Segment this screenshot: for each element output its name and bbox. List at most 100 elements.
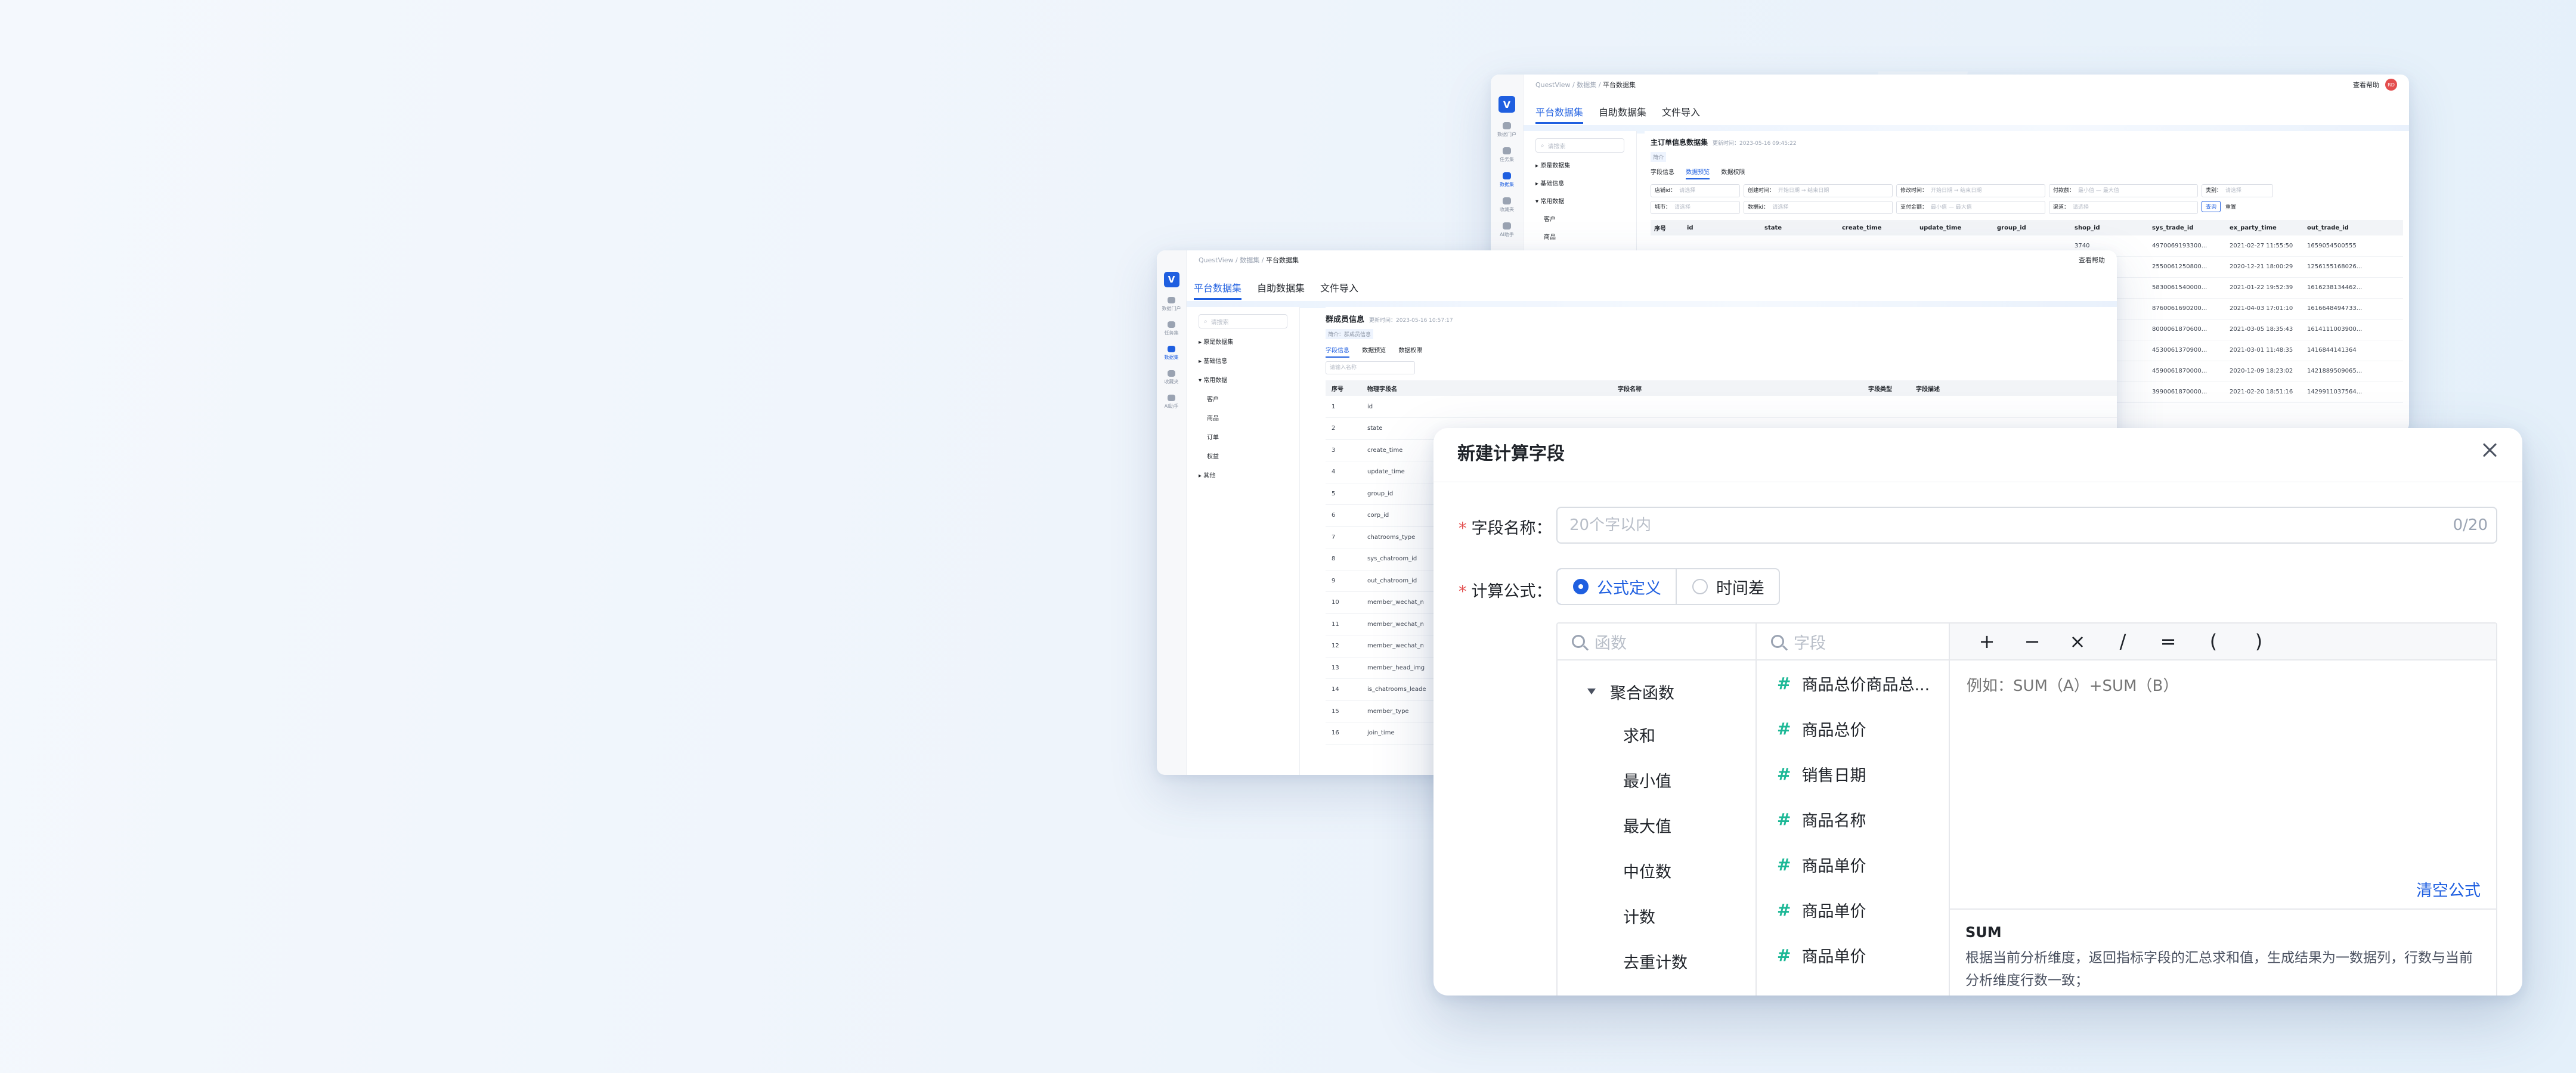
operator-multiply[interactable]: × (2055, 630, 2100, 653)
field-search-input[interactable]: 请输入名称 (1326, 361, 1415, 374)
tab-platform-datasets[interactable]: 平台数据集 (1194, 280, 1242, 300)
col-header[interactable]: out_trade_id (2303, 220, 2403, 235)
col-header[interactable]: id (1683, 220, 1761, 235)
filter-field[interactable]: 渠道： 请选择 (2049, 201, 2198, 214)
tree-node[interactable]: ▸ 原是数据集 (1535, 157, 1624, 175)
function-item[interactable]: 计数 (1558, 895, 1755, 941)
tree-node[interactable]: ▸ 基础信息 (1535, 175, 1624, 193)
radio-time-difference[interactable]: 时间差 (1676, 569, 1779, 604)
tab-self-datasets[interactable]: 自助数据集 (1599, 104, 1646, 124)
operator-left-paren[interactable]: ( (2191, 630, 2236, 653)
filter-field[interactable]: 类别： 请选择 (2202, 184, 2273, 197)
filter-field[interactable]: 店铺id： 请选择 (1651, 184, 1740, 197)
tab-file-import[interactable]: 文件导入 (1662, 104, 1700, 124)
radio-formula-definition[interactable]: 公式定义 (1558, 569, 1677, 604)
tab-data-permission[interactable]: 数据权限 (1721, 169, 1745, 176)
col-header[interactable]: 物理字段名 (1361, 380, 1612, 396)
field-search-input[interactable]: 字段 (1757, 624, 1949, 660)
col-header[interactable]: group_id (1993, 220, 2071, 235)
col-header[interactable]: state (1761, 220, 1838, 235)
field-item[interactable]: # 销售日期 (1757, 751, 1949, 796)
tab-data-preview[interactable]: 数据预览 (1686, 169, 1710, 179)
tree-node[interactable]: 客户 (1199, 390, 1287, 410)
breadcrumb-root[interactable]: QuestView (1535, 81, 1571, 89)
tab-data-permission[interactable]: 数据权限 (1398, 348, 1422, 354)
avatar[interactable]: RD (2385, 79, 2397, 91)
rail-item-portal[interactable]: 数据门户 (1491, 122, 1523, 138)
tree-node[interactable]: ▸ 基础信息 (1199, 352, 1287, 371)
col-header[interactable]: ex_party_time (2226, 220, 2303, 235)
function-group-aggregate[interactable]: 聚合函数 (1558, 669, 1755, 714)
field-item[interactable]: # 商品单价 (1757, 842, 1949, 887)
tree-node[interactable]: ▾ 常用数据 (1199, 371, 1287, 390)
tree-node[interactable]: 订单 (1199, 429, 1287, 448)
filter-field[interactable]: 支付金额： 最小值 — 最大值 (1896, 201, 2045, 214)
col-header[interactable]: 字段类型 (1862, 380, 1910, 396)
tree-node[interactable]: 权益 (1199, 448, 1287, 467)
rail-item-tasks[interactable]: 任务集 (1157, 321, 1186, 336)
operator-equals[interactable]: = (2145, 630, 2191, 653)
field-item[interactable]: # 商品单价 (1757, 887, 1949, 932)
tab-field-info[interactable]: 字段信息 (1651, 169, 1674, 176)
rail-item-datasets[interactable]: 数据集 (1157, 346, 1186, 361)
filter-field[interactable]: 创建时间： 开始日期 → 结束日期 (1744, 184, 1893, 197)
col-header[interactable]: 序号 (1326, 380, 1361, 396)
field-name-input[interactable] (1556, 507, 2497, 544)
field-item[interactable]: # 商品总价商品总... (1757, 660, 1949, 706)
col-header[interactable]: 字段名称 (1612, 380, 1862, 396)
col-header[interactable]: sys_trade_id (2148, 220, 2226, 235)
tab-platform-datasets[interactable]: 平台数据集 (1535, 104, 1584, 124)
col-header[interactable]: 字段描述 (1910, 380, 2117, 396)
help-link[interactable]: 查看帮助 (2353, 80, 2379, 89)
tab-field-info[interactable]: 字段信息 (1326, 348, 1349, 358)
col-header[interactable]: 序号 (1651, 220, 1683, 235)
rail-item-portal[interactable]: 数据门户 (1157, 297, 1186, 312)
tab-file-import[interactable]: 文件导入 (1320, 280, 1358, 300)
operator-plus[interactable]: + (1964, 630, 2010, 653)
tab-data-preview[interactable]: 数据预览 (1362, 348, 1386, 354)
col-header[interactable]: update_time (1916, 220, 1993, 235)
col-header[interactable]: shop_id (2071, 220, 2148, 235)
filter-field[interactable]: 修改时间： 开始日期 → 结束日期 (1896, 184, 2045, 197)
tree-node[interactable]: 客户 (1535, 211, 1624, 229)
tree-node[interactable]: 商品 (1535, 229, 1624, 247)
rail-item-favorites[interactable]: 收藏夹 (1491, 197, 1523, 213)
filter-field[interactable]: 数据id： 请选择 (1744, 201, 1893, 214)
function-item[interactable]: 中位数 (1558, 850, 1755, 895)
col-header[interactable]: create_time (1838, 220, 1916, 235)
function-item[interactable]: 去重计数 (1558, 941, 1755, 986)
table-row[interactable]: 1 id (1326, 396, 2117, 418)
tree-search-input[interactable]: ⌕ 请搜索 (1199, 314, 1287, 328)
field-item[interactable]: # 商品名称 (1757, 796, 1949, 842)
rail-item-ai[interactable]: AI助手 (1157, 395, 1186, 410)
filter-field[interactable]: 付款额： 最小值 — 最大值 (2049, 184, 2198, 197)
operator-right-paren[interactable]: ) (2236, 630, 2281, 653)
function-search-input[interactable]: 函数 (1558, 624, 1755, 660)
tree-node[interactable]: ▾ 常用数据 (1535, 193, 1624, 211)
breadcrumb-mid[interactable]: 数据集 (1577, 81, 1596, 89)
close-icon[interactable] (2479, 440, 2500, 460)
operator-divide[interactable]: / (2100, 630, 2145, 653)
reset-button[interactable]: 重置 (2225, 204, 2236, 210)
field-item[interactable]: # 商品单价 (1757, 932, 1949, 978)
field-item[interactable]: # 商品总价 (1757, 706, 1949, 751)
operator-minus[interactable]: − (2010, 630, 2055, 653)
clear-formula-button[interactable]: 清空公式 (2416, 877, 2481, 901)
formula-editor[interactable] (1950, 660, 2496, 885)
breadcrumb-mid[interactable]: 数据集 (1240, 256, 1259, 264)
tree-node[interactable]: ▸ 其他 (1199, 467, 1287, 486)
function-item[interactable]: 求和 (1558, 714, 1755, 759)
breadcrumb-root[interactable]: QuestView (1199, 256, 1234, 264)
query-button[interactable]: 查询 (2202, 201, 2221, 212)
rail-item-ai[interactable]: AI助手 (1491, 222, 1523, 238)
function-item[interactable]: 最小值 (1558, 759, 1755, 805)
rail-item-tasks[interactable]: 任务集 (1491, 147, 1523, 163)
tree-search-input[interactable]: ⌕ 请搜索 (1535, 138, 1624, 153)
rail-item-favorites[interactable]: 收藏夹 (1157, 370, 1186, 385)
tab-self-datasets[interactable]: 自助数据集 (1257, 280, 1305, 300)
rail-item-datasets[interactable]: 数据集 (1491, 172, 1523, 188)
help-link[interactable]: 查看帮助 (2079, 255, 2105, 265)
function-item[interactable]: 最大值 (1558, 805, 1755, 850)
tree-node[interactable]: ▸ 原是数据集 (1199, 333, 1287, 352)
filter-field[interactable]: 城市： 请选择 (1651, 201, 1740, 214)
